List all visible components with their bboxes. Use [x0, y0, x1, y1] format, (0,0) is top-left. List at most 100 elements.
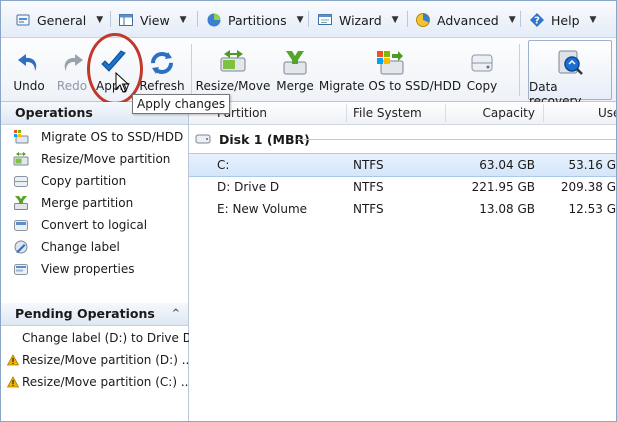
- col-used[interactable]: Use: [598, 102, 616, 124]
- col-capacity[interactable]: Capacity: [451, 102, 535, 124]
- menu-bar: General ▼ View ▼ Partitions ▼ Wizard ▼ Advan…: [1, 1, 616, 38]
- partition-table: Partition File System Capacity Use Disk …: [189, 102, 616, 421]
- op-label: Resize/Move partition: [41, 152, 171, 166]
- op-label: Change label: [41, 240, 120, 254]
- menu-separator: [407, 11, 408, 27]
- op-resize-move[interactable]: Resize/Move partition: [13, 148, 170, 170]
- cell-partition: D: Drive D: [217, 180, 280, 194]
- cell-used: 12.53 G: [568, 202, 616, 216]
- menu-separator: [520, 11, 521, 27]
- migrate-os-icon: [377, 51, 404, 75]
- apply-tooltip: Apply changes: [132, 94, 231, 114]
- menu-wizard[interactable]: Wizard ▼: [317, 10, 399, 30]
- partitions-icon: [207, 13, 221, 27]
- app-window: General ▼ View ▼ Partitions ▼ Wizard ▼ Advan…: [0, 0, 617, 422]
- migrate-os-button[interactable]: Migrate OS to SSD/HDD: [318, 38, 462, 101]
- operations-title: Operations: [15, 105, 93, 120]
- op-label: View properties: [41, 262, 135, 276]
- copy-partition-icon: [14, 176, 28, 187]
- chevron-down-icon: ▼: [391, 15, 399, 25]
- op-copy-partition[interactable]: Copy partition: [13, 170, 126, 192]
- cell-capacity: 221.95 GB: [471, 180, 535, 194]
- wizard-icon: [318, 14, 332, 25]
- menu-help[interactable]: ? Help ▼: [529, 10, 596, 30]
- op-merge-partition[interactable]: Merge partition: [13, 192, 133, 214]
- menu-general-label: General: [37, 12, 87, 28]
- table-row[interactable]: D: Drive D NTFS 221.95 GB 209.38 G: [189, 176, 616, 198]
- table-header: Partition File System Capacity Use: [189, 102, 616, 125]
- resize-move-icon: [13, 152, 29, 166]
- collapse-icon[interactable]: ^: [172, 303, 180, 325]
- menu-help-label: Help: [551, 12, 580, 28]
- warning-icon: [7, 376, 19, 388]
- pending-label: Change label (D:) to Drive D: [22, 331, 192, 345]
- cell-fs: NTFS: [353, 180, 384, 194]
- resize-move-button[interactable]: Resize/Move: [195, 38, 271, 101]
- redo-label: Redo: [56, 79, 88, 93]
- warning-icon: [7, 354, 19, 366]
- toolbar-separator: [519, 44, 520, 96]
- op-migrate-os[interactable]: Migrate OS to SSD/HDD: [13, 126, 183, 148]
- refresh-label: Refresh: [139, 79, 185, 93]
- table-row[interactable]: C: NTFS 63.04 GB 53.16 G: [189, 153, 616, 177]
- pending-label: Resize/Move partition (D:) ...: [22, 353, 194, 367]
- menu-general[interactable]: General ▼: [15, 10, 103, 30]
- advanced-icon: [416, 13, 430, 27]
- toolbar-separator: [191, 44, 192, 96]
- copy-button[interactable]: Copy: [463, 38, 501, 101]
- resize-move-label: Resize/Move: [195, 79, 271, 93]
- merge-button[interactable]: Merge: [274, 38, 316, 101]
- op-label: Merge partition: [41, 196, 134, 210]
- menu-advanced-label: Advanced: [437, 12, 499, 28]
- pending-item[interactable]: Change label (D:) to Drive D: [7, 327, 192, 349]
- disk-label[interactable]: Disk 1 (MBR): [195, 129, 310, 149]
- cell-fs: NTFS: [353, 158, 384, 172]
- undo-icon: [18, 54, 37, 71]
- pending-header[interactable]: Pending Operations ^: [1, 303, 188, 326]
- resize-move-icon: [220, 50, 246, 72]
- data-recovery-button[interactable]: Data recovery: [528, 40, 612, 108]
- disk-divider: [297, 139, 616, 140]
- chevron-down-icon: ▼: [96, 15, 104, 25]
- menu-advanced[interactable]: Advanced ▼: [415, 10, 516, 30]
- convert-logical-icon: [14, 220, 28, 231]
- migrate-os-icon: [14, 130, 29, 144]
- data-recovery-icon: [558, 50, 583, 75]
- cell-partition: C:: [217, 158, 230, 172]
- change-label-icon: [14, 240, 28, 254]
- copy-label: Copy: [466, 79, 498, 93]
- view-properties-icon: [14, 264, 28, 275]
- menu-separator: [308, 11, 309, 27]
- redo-button[interactable]: Redo: [52, 38, 92, 101]
- pending-title: Pending Operations: [15, 306, 155, 321]
- refresh-icon: [151, 52, 173, 74]
- merge-partition-icon: [14, 196, 28, 210]
- op-change-label[interactable]: Change label: [13, 236, 120, 258]
- op-convert-logical[interactable]: Convert to logical: [13, 214, 147, 236]
- menu-separator: [197, 11, 198, 27]
- op-view-properties[interactable]: View properties: [13, 258, 135, 280]
- op-label: Migrate OS to SSD/HDD: [41, 130, 184, 144]
- cell-fs: NTFS: [353, 202, 384, 216]
- migrate-os-label: Migrate OS to SSD/HDD: [318, 79, 462, 93]
- menu-wizard-label: Wizard: [339, 12, 382, 28]
- cell-capacity: 63.04 GB: [479, 158, 535, 172]
- pending-item[interactable]: Resize/Move partition (D:) ...: [7, 349, 193, 371]
- cell-used: 209.38 G: [560, 180, 616, 194]
- merge-label: Merge: [276, 79, 314, 93]
- op-label: Convert to logical: [41, 218, 148, 232]
- redo-icon: [64, 54, 83, 71]
- refresh-button[interactable]: Refresh: [139, 38, 185, 101]
- menu-partitions[interactable]: Partitions ▼: [206, 10, 304, 30]
- view-icon: [119, 14, 133, 26]
- pending-item[interactable]: Resize/Move partition (C:) ...: [7, 371, 192, 393]
- menu-view[interactable]: View ▼: [118, 10, 187, 30]
- cell-partition: E: New Volume: [217, 202, 308, 216]
- pending-label: Resize/Move partition (C:) ...: [22, 375, 193, 389]
- col-file-system[interactable]: File System: [353, 102, 422, 124]
- table-row[interactable]: E: New Volume NTFS 13.08 GB 12.53 G: [189, 198, 616, 220]
- left-panel: Operations ^ Migrate OS to SSD/HDD Resiz…: [1, 102, 193, 421]
- merge-icon: [283, 51, 307, 75]
- menu-partitions-label: Partitions: [228, 12, 287, 28]
- undo-button[interactable]: Undo: [9, 38, 49, 101]
